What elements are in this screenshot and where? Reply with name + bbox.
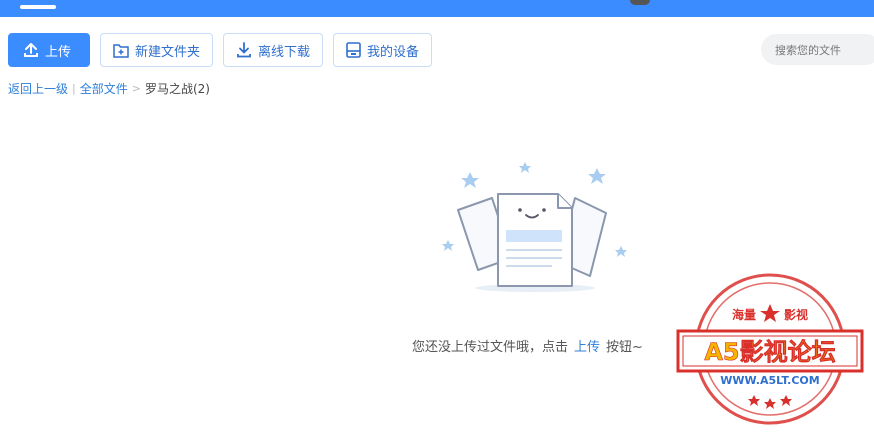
breadcrumb-divider: |	[72, 82, 76, 95]
empty-message-suffix: 按钮~	[606, 340, 643, 355]
offline-download-button-label: 离线下载	[258, 44, 311, 60]
breadcrumb-chevron: >	[131, 82, 141, 95]
download-icon	[236, 42, 252, 58]
current-folder-label: 罗马之战(2)	[144, 82, 210, 96]
my-devices-button-label: 我的设备	[367, 44, 420, 60]
watermark-url: WWW.A5LT.COM	[720, 374, 819, 387]
search-placeholder: 搜索您的文件	[775, 43, 841, 57]
top-header-bar	[0, 0, 874, 17]
new-folder-button[interactable]: 新建文件夹	[100, 33, 214, 67]
all-files-link[interactable]: 全部文件	[80, 80, 128, 97]
empty-files-illustration	[440, 158, 630, 298]
folder-plus-icon	[113, 43, 129, 58]
offline-download-button[interactable]: 离线下载	[223, 33, 324, 67]
breadcrumb: 返回上一级 | 全部文件 > 罗马之战(2)	[8, 80, 210, 97]
empty-message-prefix: 您还没上传过文件哦，点击	[412, 340, 569, 355]
upload-button-label: 上传	[45, 44, 72, 60]
empty-state-message: 您还没上传过文件哦，点击 上传 按钮~	[412, 336, 643, 355]
upload-icon	[23, 42, 39, 58]
menu-icon[interactable]	[20, 5, 56, 9]
watermark-main: A5影视论坛	[704, 338, 835, 366]
search-input[interactable]: 搜索您的文件	[761, 34, 874, 65]
watermark-top-left: 海量	[732, 307, 756, 322]
toolbar: 上传 新建文件夹 离线下载 我的设备	[8, 33, 433, 67]
watermark-stamp: 海量 影视 A5影视论坛 WWW.A5LT.COM	[672, 271, 868, 427]
my-devices-button[interactable]: 我的设备	[333, 33, 433, 67]
watermark-top-right: 影视	[784, 307, 808, 322]
upload-button[interactable]: 上传	[8, 33, 91, 67]
empty-upload-link[interactable]: 上传	[574, 336, 600, 355]
new-folder-button-label: 新建文件夹	[135, 44, 201, 60]
avatar[interactable]	[630, 0, 650, 5]
back-link[interactable]: 返回上一级	[8, 80, 68, 97]
device-icon	[346, 42, 361, 58]
